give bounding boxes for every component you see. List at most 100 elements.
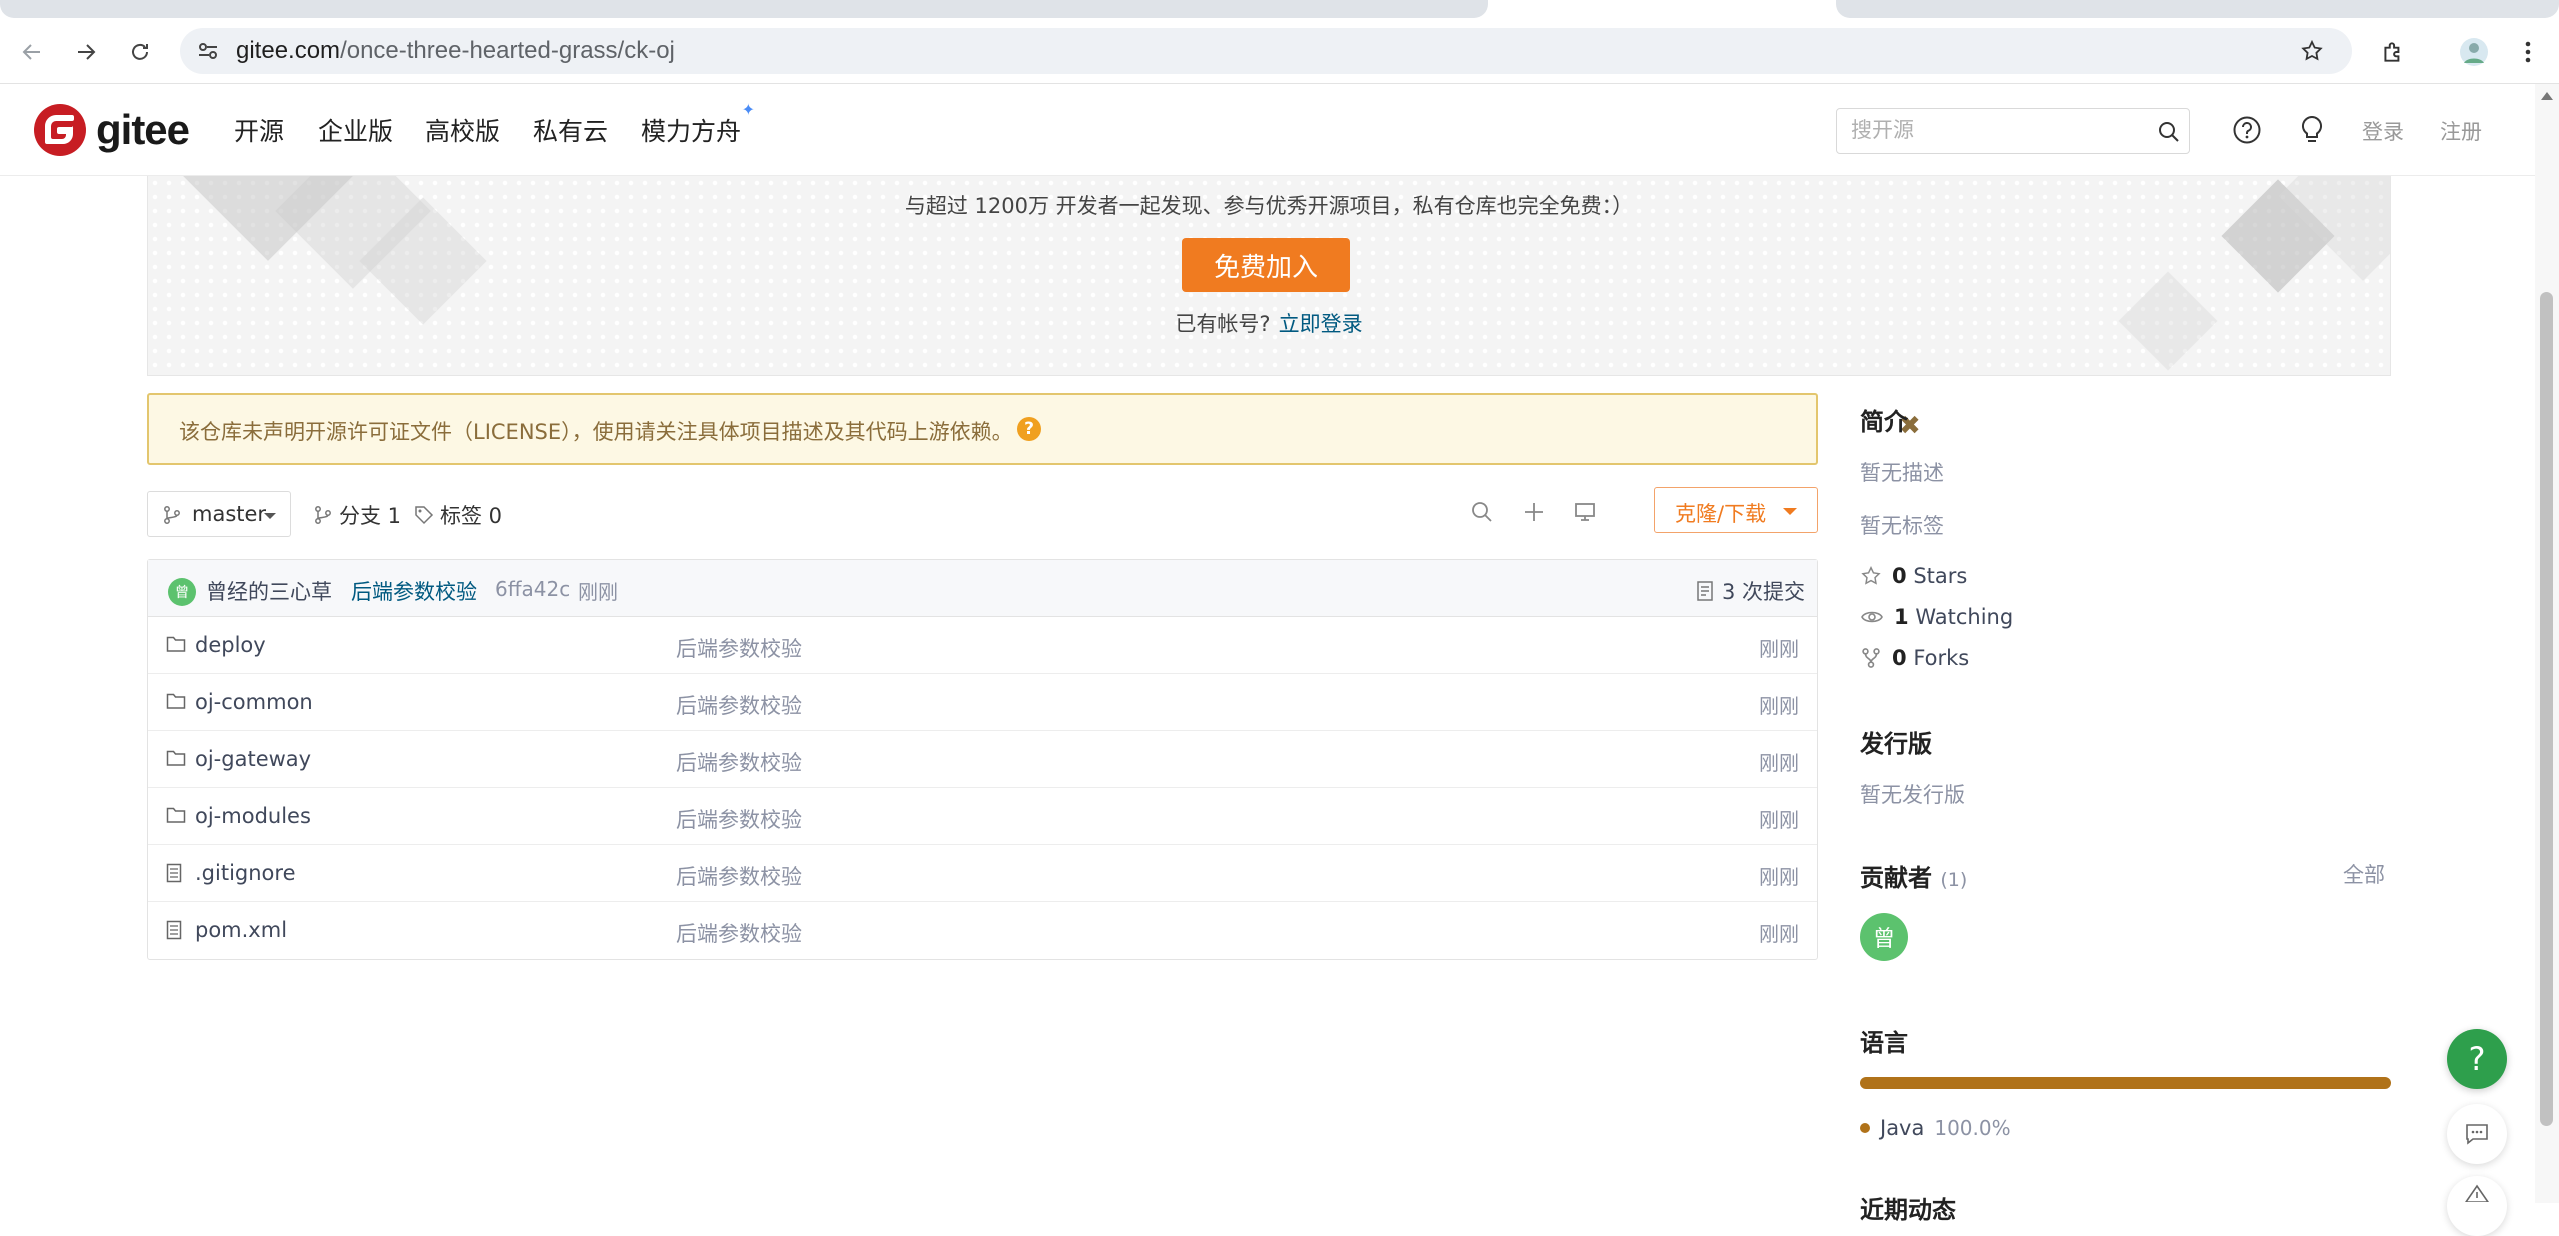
- commit-count-link[interactable]: 3 次提交: [1696, 576, 1805, 606]
- search-input[interactable]: [1851, 115, 2131, 147]
- language-percent: 100.0%: [1934, 1116, 2011, 1140]
- contributors-all-link[interactable]: 全部: [2343, 859, 2385, 889]
- commit-sha[interactable]: 6ffa42c: [495, 577, 570, 601]
- extensions-button[interactable]: [2375, 34, 2411, 70]
- no-tags-text: 暂无标签: [1860, 514, 1944, 538]
- file-name[interactable]: deploy: [195, 633, 266, 657]
- site-settings-icon[interactable]: [196, 39, 220, 63]
- scrollbar-thumb[interactable]: [2540, 292, 2553, 1126]
- file-commit-message[interactable]: 后端参数校验: [676, 918, 802, 948]
- join-free-button[interactable]: 免费加入: [1182, 238, 1350, 292]
- folder-icon: [166, 807, 186, 823]
- help-button[interactable]: [2229, 112, 2265, 148]
- nav-education[interactable]: 高校版: [425, 112, 500, 148]
- search-icon[interactable]: [2157, 120, 2181, 144]
- commit-count: 3 次提交: [1722, 580, 1806, 604]
- add-file-button[interactable]: [1518, 496, 1550, 528]
- folder-icon: [166, 693, 186, 709]
- file-type-icon: [166, 920, 182, 940]
- intro-heading: 简介: [1860, 408, 1908, 436]
- login-link[interactable]: 登录: [2362, 116, 2404, 146]
- address-bar[interactable]: gitee.com/once-three-hearted-grass/ck-oj: [180, 28, 2352, 74]
- bookmark-star-icon[interactable]: [2300, 39, 2324, 63]
- clone-download-button[interactable]: 克隆/下载: [1654, 487, 1818, 533]
- question-mark-icon[interactable]: ?: [1017, 417, 1041, 441]
- browser-tab[interactable]: [1836, 0, 2559, 18]
- stars-stat[interactable]: 0 Stars: [1860, 564, 1967, 588]
- fork-icon: [1862, 648, 1880, 668]
- plus-icon: [1525, 503, 1543, 521]
- file-name[interactable]: .gitignore: [195, 861, 296, 885]
- tags-link[interactable]: 标签 0: [414, 500, 502, 530]
- file-row[interactable]: oj-gateway 后端参数校验 刚刚: [148, 731, 1817, 788]
- report-fab[interactable]: [2447, 1176, 2507, 1236]
- nav-moli-label: 模力方舟: [641, 117, 742, 146]
- back-button[interactable]: [14, 34, 50, 70]
- forks-stat[interactable]: 0 Forks: [1860, 646, 1969, 670]
- file-name[interactable]: oj-modules: [195, 804, 311, 828]
- browser-menu-button[interactable]: [2510, 34, 2546, 70]
- language-legend: Java 100.0%: [1860, 1116, 2011, 1140]
- register-link[interactable]: 注册: [2440, 116, 2482, 146]
- browser-tab[interactable]: [0, 0, 1488, 18]
- watching-count: 1: [1894, 605, 1909, 629]
- no-description-text: 暂无描述: [1860, 461, 1944, 485]
- commits-icon: [1697, 581, 1713, 601]
- file-name[interactable]: oj-gateway: [195, 747, 311, 771]
- login-now-link[interactable]: 立即登录: [1279, 312, 1363, 336]
- no-releases-text: 暂无发行版: [1860, 783, 1965, 807]
- help-fab[interactable]: ?: [2447, 1029, 2507, 1089]
- folder-icon: [166, 750, 186, 766]
- scroll-up-arrow-icon[interactable]: [2541, 92, 2553, 100]
- releases-heading: 发行版: [1860, 730, 1932, 758]
- gitee-logo-icon: [34, 104, 86, 156]
- commit-time: 刚刚: [578, 580, 618, 604]
- file-row[interactable]: oj-modules 后端参数校验 刚刚: [148, 788, 1817, 845]
- file-commit-message[interactable]: 后端参数校验: [676, 804, 802, 834]
- file-table: 曾 曾经的三心草 后端参数校验 6ffa42c 刚刚 3 次提交 deploy 后…: [147, 559, 1818, 960]
- chat-bubble-icon: [2466, 1124, 2488, 1145]
- search-files-button[interactable]: [1466, 496, 1498, 528]
- feedback-fab[interactable]: [2447, 1104, 2507, 1164]
- file-name[interactable]: oj-common: [195, 690, 313, 714]
- contributor-avatar[interactable]: 曾: [1860, 913, 1908, 961]
- file-commit-message[interactable]: 后端参数校验: [676, 633, 802, 663]
- forks-label: Forks: [1913, 646, 1970, 670]
- forward-button[interactable]: [68, 34, 104, 70]
- contributors-count: (1): [1940, 869, 1968, 891]
- folder-icon: [166, 636, 186, 652]
- site-header: gitee 开源 企业版 高校版 私有云 模力方舟✦ 登录 注册: [0, 84, 2535, 176]
- commit-author[interactable]: 曾经的三心草: [206, 576, 332, 606]
- ideas-button[interactable]: [2294, 112, 2330, 148]
- chevron-down-icon: [1783, 508, 1797, 515]
- watching-stat[interactable]: 1 Watching: [1860, 605, 2013, 629]
- file-row[interactable]: oj-common 后端参数校验 刚刚: [148, 674, 1817, 731]
- contributors-heading: 贡献者 (1): [1860, 858, 1967, 893]
- file-name[interactable]: pom.xml: [195, 918, 287, 942]
- branch-icon: [164, 506, 180, 524]
- branches-link[interactable]: 分支 1: [313, 500, 401, 530]
- branch-selector[interactable]: master: [147, 491, 291, 537]
- file-row[interactable]: pom.xml 后端参数校验 刚刚: [148, 902, 1817, 959]
- file-row[interactable]: .gitignore 后端参数校验 刚刚: [148, 845, 1817, 902]
- nav-open-source[interactable]: 开源: [234, 112, 284, 148]
- profile-avatar[interactable]: [2456, 34, 2492, 70]
- page-scrollbar[interactable]: [2535, 84, 2559, 1203]
- file-commit-message[interactable]: 后端参数校验: [676, 747, 802, 777]
- file-row[interactable]: deploy 后端参数校验 刚刚: [148, 617, 1817, 674]
- file-commit-message[interactable]: 后端参数校验: [676, 861, 802, 891]
- nav-moli-fangzhou[interactable]: 模力方舟 ✦: [641, 100, 755, 148]
- nav-private-cloud[interactable]: 私有云: [533, 112, 608, 148]
- commit-message[interactable]: 后端参数校验: [351, 576, 477, 606]
- file-commit-message[interactable]: 后端参数校验: [676, 690, 802, 720]
- web-ide-button[interactable]: [1569, 496, 1601, 528]
- sparkle-icon: ✦: [741, 100, 756, 119]
- gitee-logo[interactable]: gitee: [34, 104, 190, 156]
- reload-button[interactable]: [122, 34, 158, 70]
- back-arrow-icon: [22, 44, 40, 60]
- branches-count: 分支 1: [339, 504, 402, 528]
- tags-count: 标签 0: [440, 504, 503, 528]
- author-avatar[interactable]: 曾: [168, 578, 196, 606]
- join-banner: 与超过 1200万 开发者一起发现、参与优秀开源项目，私有仓库也完全免费：） 免…: [147, 176, 2391, 376]
- nav-enterprise[interactable]: 企业版: [318, 112, 393, 148]
